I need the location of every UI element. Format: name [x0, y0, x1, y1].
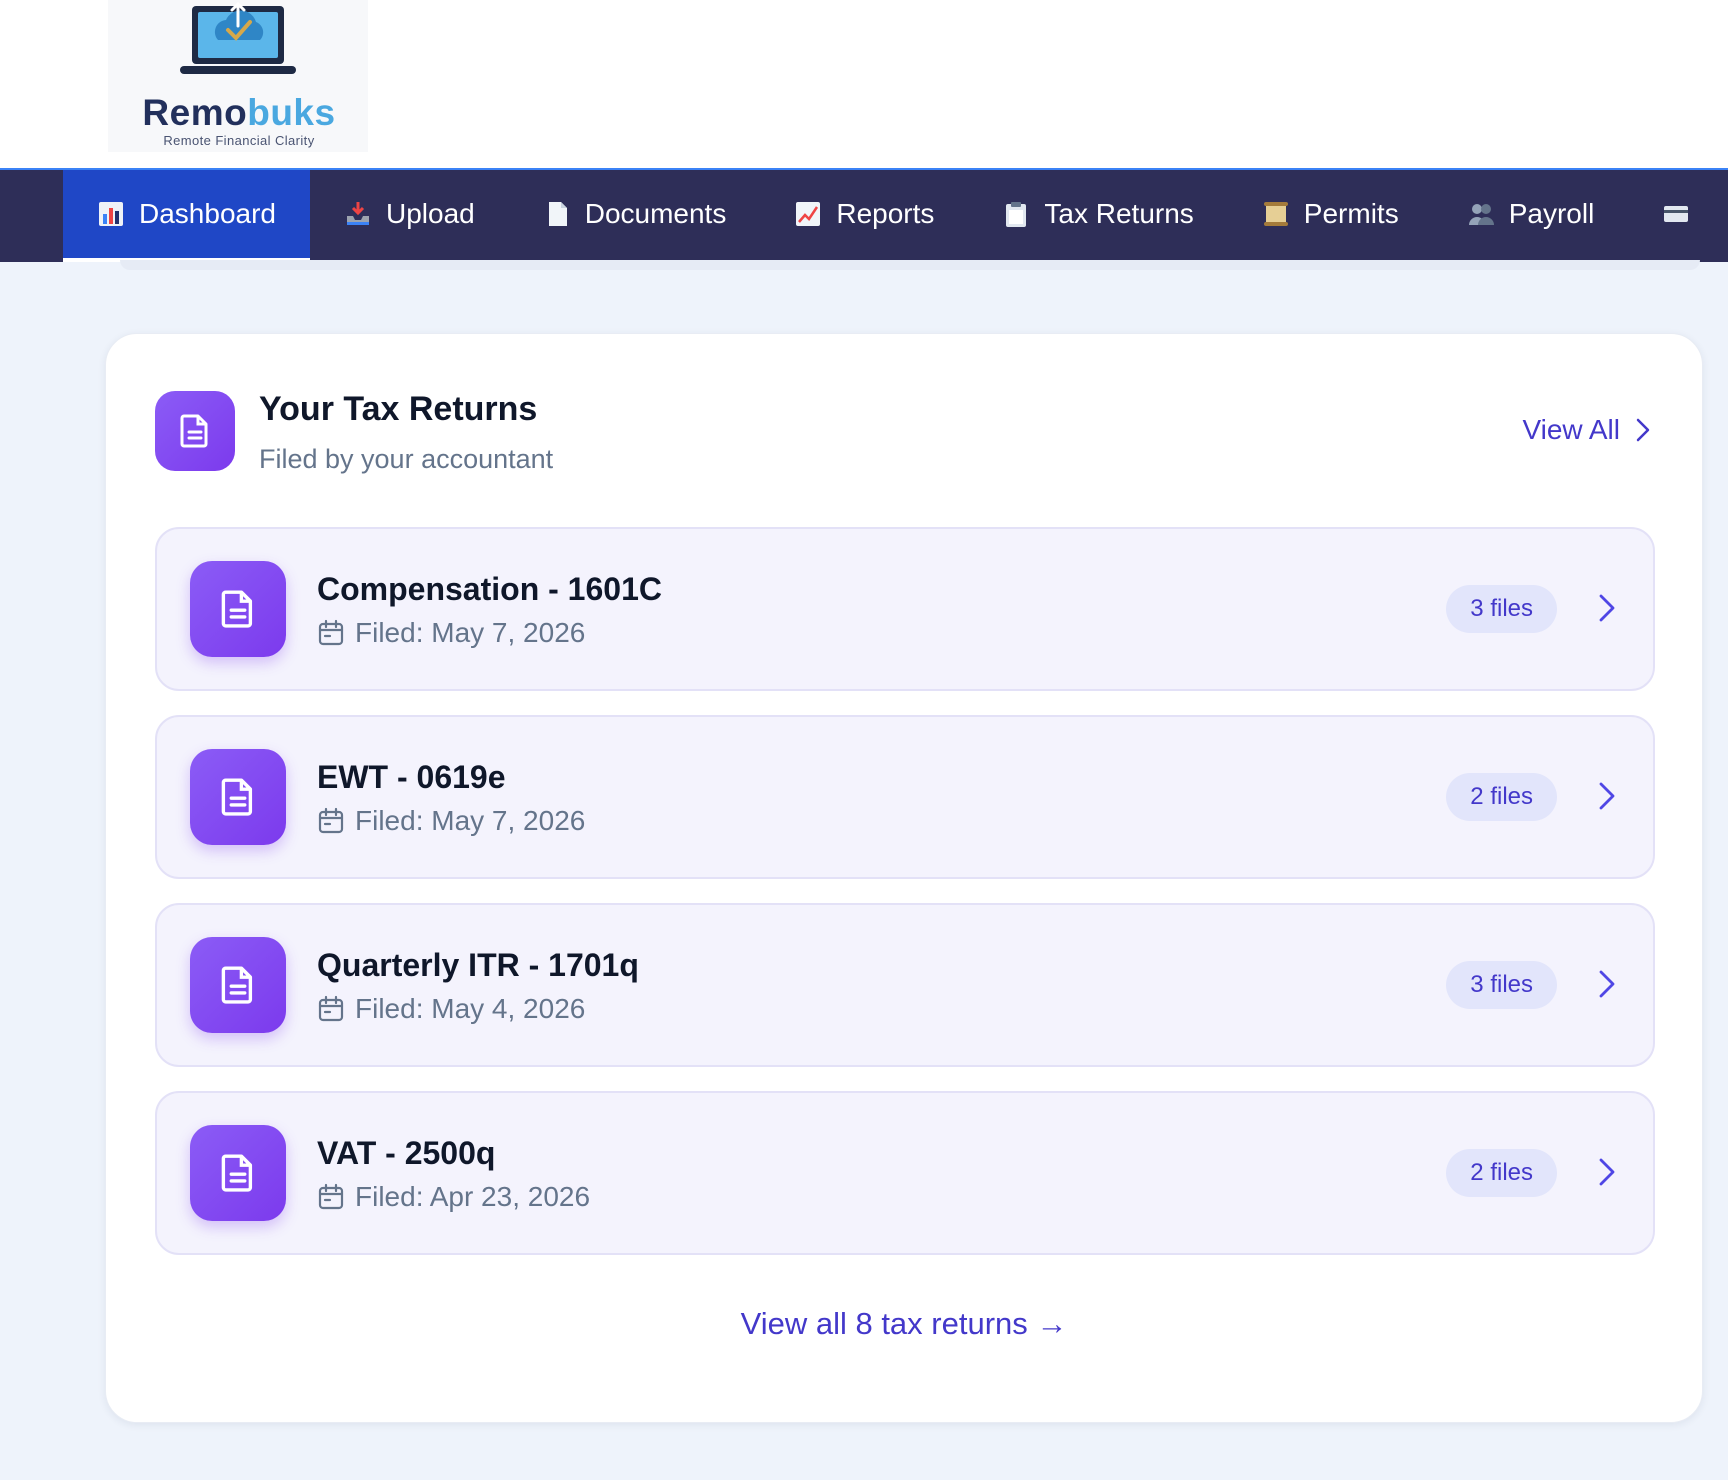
nav-item-upload[interactable]: Upload — [310, 170, 509, 262]
calendar-icon — [318, 807, 344, 834]
nav-label: Dashboard — [139, 198, 276, 229]
nav-item-reports[interactable]: Reports — [760, 170, 968, 262]
card-title: Your Tax Returns — [259, 390, 538, 428]
nav-label: Payroll — [1508, 198, 1595, 229]
tax-return-row[interactable]: VAT - 2500q Filed: Apr 23, 2026 2 files — [155, 1091, 1655, 1255]
document-icon — [190, 561, 286, 657]
calendar-icon — [318, 1183, 344, 1210]
document-icon — [190, 749, 286, 845]
chevron-right-icon[interactable] — [1599, 1157, 1615, 1187]
nav-label: Documents — [584, 198, 727, 229]
bar-chart-icon — [99, 202, 123, 226]
nav-item-permits[interactable]: Permits — [1228, 170, 1433, 262]
nav-item-documents[interactable]: Documents — [509, 170, 761, 262]
clipboard-icon — [1006, 202, 1027, 227]
nav-item-more[interactable] — [1628, 170, 1724, 262]
filed-date-text: Filed: Apr 23, 2026 — [355, 1181, 591, 1212]
chevron-right-icon — [1636, 418, 1650, 442]
files-count-badge: 2 files — [1446, 1149, 1557, 1197]
chart-up-icon — [796, 202, 821, 226]
chevron-right-icon[interactable] — [1599, 593, 1615, 623]
files-count-badge: 3 files — [1446, 585, 1557, 633]
nav-divider — [120, 260, 1700, 270]
brand-logo[interactable]: Remobuks Remote Financial Clarity — [108, 0, 368, 152]
tax-return-title: EWT - 0619e — [317, 759, 506, 795]
view-all-link[interactable]: View All — [1522, 414, 1650, 446]
tax-return-row[interactable]: EWT - 0619e Filed: May 7, 2026 2 files — [155, 715, 1655, 879]
tax-return-row[interactable]: Quarterly ITR - 1701q Filed: May 4, 2026… — [155, 903, 1655, 1067]
tax-return-filed-date: Filed: May 7, 2026 — [317, 805, 585, 837]
nav-item-tax-returns[interactable]: Tax Returns — [968, 170, 1227, 262]
files-count-badge: 2 files — [1446, 773, 1557, 821]
nav-label: Upload — [385, 198, 475, 229]
card-subtitle: Filed by your accountant — [259, 444, 554, 474]
document-icon — [190, 937, 286, 1033]
filed-date-text: Filed: May 4, 2026 — [355, 993, 586, 1024]
nav-label: Reports — [836, 198, 935, 229]
files-count-badge: 3 files — [1446, 961, 1557, 1009]
tax-return-row[interactable]: Compensation - 1601C Filed: May 7, 2026 … — [155, 527, 1655, 691]
tax-return-title: Compensation - 1601C — [317, 571, 662, 607]
nav-item-payroll[interactable]: Payroll — [1433, 170, 1629, 262]
tax-returns-list: Compensation - 1601C Filed: May 7, 2026 … — [155, 527, 1655, 1279]
app-header: Remobuks Remote Financial Clarity — [0, 0, 1728, 168]
tax-returns-card: Your Tax Returns Filed by your accountan… — [105, 333, 1703, 1423]
calendar-icon — [318, 995, 344, 1022]
main-navbar: Dashboard Upload Documents Reports Tax R… — [0, 168, 1728, 262]
tax-return-filed-date: Filed: May 7, 2026 — [317, 617, 585, 649]
nav-label: Permits — [1303, 198, 1399, 229]
cloud-laptop-logo-icon — [180, 1, 296, 74]
document-icon — [155, 391, 235, 471]
view-all-tax-returns-link[interactable]: View all 8 tax returns → — [106, 1306, 1702, 1342]
brand-wordmark: Remobuks — [134, 92, 344, 134]
chevron-right-icon[interactable] — [1599, 969, 1615, 999]
calendar-icon — [318, 619, 344, 646]
filed-date-text: Filed: May 7, 2026 — [355, 617, 586, 648]
tax-return-title: VAT - 2500q — [317, 1135, 496, 1171]
tax-return-filed-date: Filed: May 4, 2026 — [317, 993, 585, 1025]
document-icon — [190, 1125, 286, 1221]
nav-label: Tax Returns — [1044, 198, 1194, 229]
page-icon — [548, 202, 567, 226]
people-icon — [1468, 204, 1494, 225]
scroll-icon — [1263, 202, 1288, 226]
view-all-label: View All — [1522, 414, 1620, 445]
nav-item-dashboard[interactable]: Dashboard — [63, 170, 310, 262]
card-icon — [1664, 206, 1689, 222]
filed-date-text: Filed: May 7, 2026 — [355, 805, 586, 836]
chevron-right-icon[interactable] — [1599, 781, 1615, 811]
brand-name-part2: buks — [247, 92, 336, 133]
brand-tagline: Remote Financial Clarity — [163, 133, 315, 148]
brand-name-part1: Remo — [142, 92, 248, 133]
inbox-tray-icon — [346, 202, 369, 225]
tax-return-filed-date: Filed: Apr 23, 2026 — [317, 1181, 590, 1213]
tax-return-title: Quarterly ITR - 1701q — [317, 947, 639, 983]
